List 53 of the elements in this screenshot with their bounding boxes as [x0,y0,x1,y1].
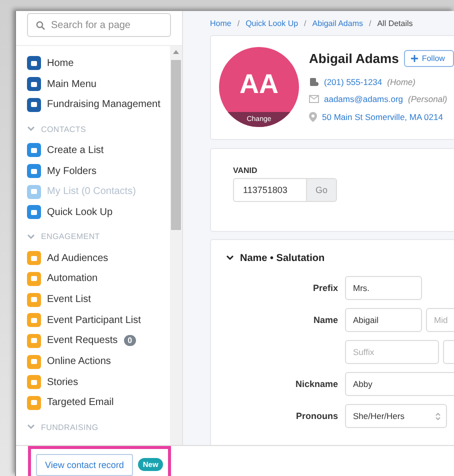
chevron-icon[interactable] [226,255,234,261]
avatar-initials: AA [240,68,278,100]
contact-name: Abigail Adams [309,50,399,66]
breadcrumb-link[interactable]: Abigail Adams [312,18,363,28]
sidebar-item[interactable]: Stories [27,372,170,393]
up-down-arrows-icon [435,412,441,420]
contact-link[interactable]: aadams@adams.org [324,94,404,104]
search-icon [36,21,45,30]
location-pin-icon [309,112,317,122]
input-field[interactable]: Abby [345,372,454,396]
vanid-field[interactable]: 113751803 [233,178,306,202]
envelope-icon [309,95,319,104]
breadcrumb-link[interactable]: Home [210,18,232,28]
scroll-up-arrow-icon[interactable] [173,50,179,54]
plus-icon [410,54,418,62]
contact-note: (Home) [387,76,416,87]
field-label: Pronouns [295,411,338,421]
sidebar-item[interactable]: Event Participant List [27,310,170,331]
contact-link[interactable]: 50 Main St Somerville, MA 0214 [322,112,443,122]
breadcrumb-current: All Details [377,18,413,28]
sidebar-item[interactable]: Event Requests 0 [27,330,170,352]
breadcrumb-link[interactable]: Quick Look Up [246,18,298,28]
field-label: Prefix [312,283,338,293]
sidebar-item[interactable]: Event List [27,289,170,310]
field-label: Nickname [294,379,338,389]
sidebar-item[interactable]: Automation [27,268,170,290]
sidebar-item[interactable]: My Folders [27,160,170,182]
sidebar-item[interactable]: Targeted Email [27,392,170,414]
input-field[interactable]: Mid [426,308,454,332]
sidebar-item[interactable]: Quick Look Up [27,202,170,223]
breadcrumb-separator: / [368,18,372,28]
sidebar-item[interactable]: Fundraising Management [27,94,170,116]
field-label: VANID [233,166,258,175]
input-field[interactable]: Mrs. [345,276,422,300]
view-contact-record-button[interactable]: View contact record [36,454,133,476]
sidebar-item[interactable]: Home [27,53,170,74]
pronouns-dropdown[interactable]: She/Her/Hers [345,404,447,428]
breadcrumb-separator: / [304,18,306,28]
scrollbar[interactable] [170,46,182,445]
section-toggle[interactable]: Name • Salutation [226,251,454,265]
sidebar-item[interactable]: Create a List [27,140,170,161]
contact-note: (Personal) [408,94,448,104]
input-field[interactable]: Suffix [345,340,439,364]
sidebar-item[interactable]: Online Actions [27,351,170,372]
field-label: Name [312,315,338,325]
breadcrumb-separator: / [237,18,240,28]
count-badge: 0 [124,335,136,346]
search-field[interactable]: Search for a page [27,13,171,37]
sidebar-item[interactable]: Ad Audiences [27,248,170,268]
follow-button[interactable]: Follow [404,50,454,66]
contact-link[interactable]: (201) 555-1234 [324,76,382,87]
input-field[interactable]: Abigail [345,308,422,332]
sidebar-item[interactable]: Main Menu [27,74,170,94]
